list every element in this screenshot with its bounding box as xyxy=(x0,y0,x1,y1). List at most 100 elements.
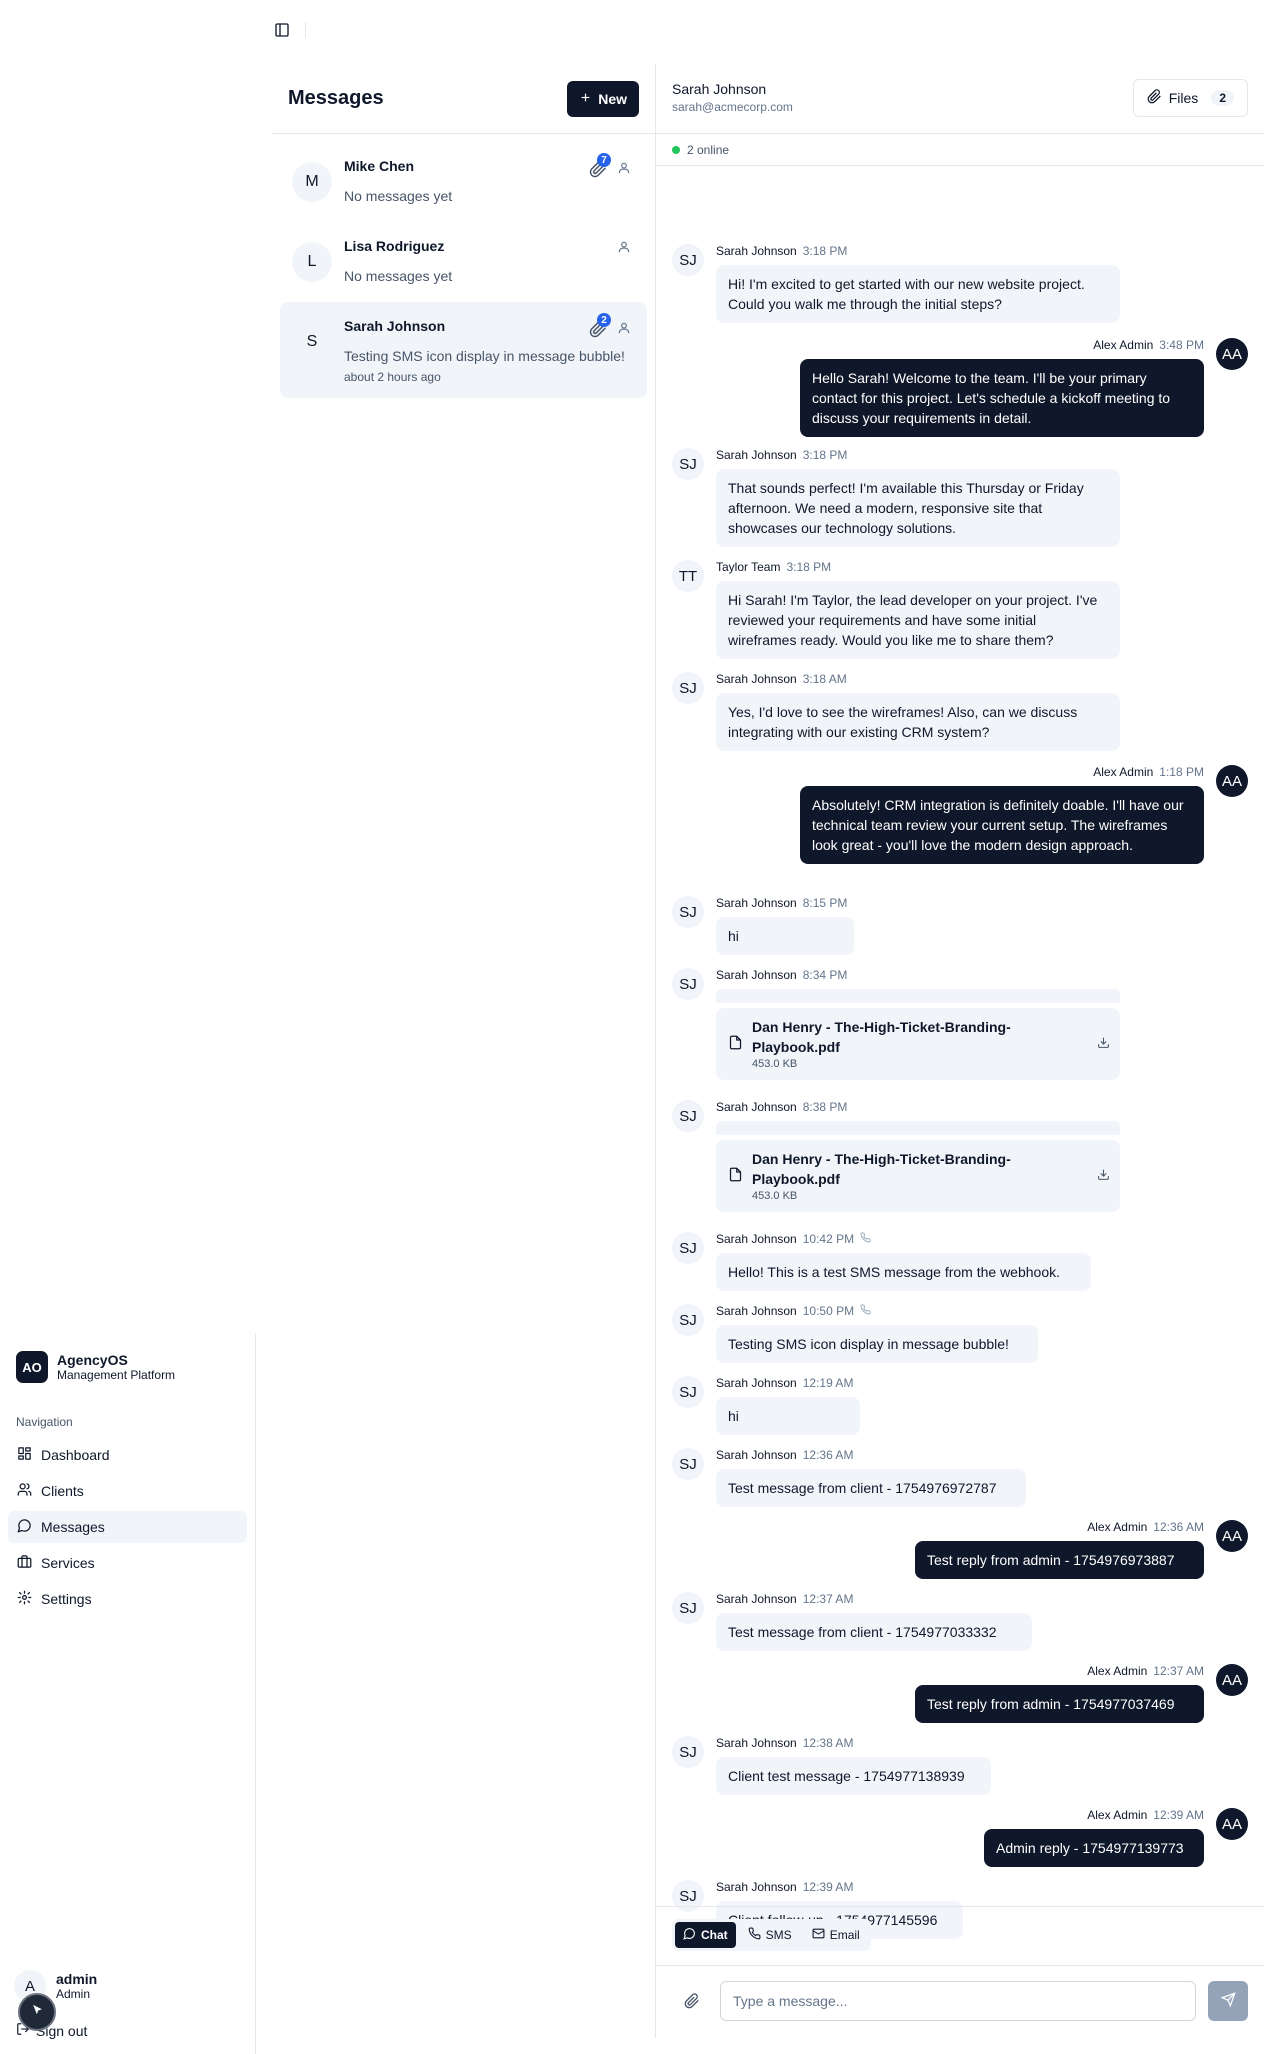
brand[interactable]: AO AgencyOS Management Platform xyxy=(16,1351,175,1383)
conversation-panel: Messages New M Mike Chen No messages yet… xyxy=(272,64,656,2038)
dashboard-icon xyxy=(17,1446,32,1464)
attach-file-button[interactable] xyxy=(684,1993,700,2012)
message-bubble: Test message from client - 1754976972787 xyxy=(716,1469,1026,1507)
download-icon[interactable] xyxy=(1097,1036,1110,1052)
attachment-icon xyxy=(684,1993,700,2012)
avatar: AA xyxy=(1216,338,1248,370)
files-button[interactable]: Files 2 xyxy=(1132,79,1248,117)
phone-icon xyxy=(748,1927,761,1943)
avatar: SJ xyxy=(672,1736,704,1768)
tab-chat[interactable]: Chat xyxy=(675,1922,736,1948)
message-bubble: Test reply from admin - 1754976973887 xyxy=(915,1541,1204,1579)
message-bubble: Testing SMS icon display in message bubb… xyxy=(716,1325,1038,1363)
gear-icon xyxy=(17,1590,32,1608)
sidebar-item-dashboard[interactable]: Dashboard xyxy=(8,1439,247,1471)
message-author: Sarah Johnson xyxy=(716,244,797,258)
message-bubble xyxy=(716,1121,1120,1135)
files-label: Files xyxy=(1168,90,1199,106)
file-attachment[interactable]: Dan Henry - The-High-Ticket-Branding-Pla… xyxy=(716,1008,1120,1080)
attachment-icon: 2 xyxy=(589,313,611,338)
message-time: 12:39 AM xyxy=(802,1880,854,1894)
phone-icon xyxy=(860,1232,871,1246)
message-list: SJ Sarah Johnson 3:18 PM Hi! I'm excited … xyxy=(656,166,1264,1939)
message-time: 12:38 AM xyxy=(802,1736,854,1750)
avatar: TT xyxy=(672,560,704,592)
divider xyxy=(656,1965,1264,1966)
chat-header: Sarah Johnson sarah@acmecorp.com Files 2 xyxy=(656,64,1264,134)
nav-list: Dashboard Clients Messages Services Sett… xyxy=(8,1439,247,1619)
user-name: admin xyxy=(56,1971,98,1987)
message-time: 10:42 PM xyxy=(802,1232,855,1246)
briefcase-icon xyxy=(17,1554,32,1572)
message-input[interactable] xyxy=(720,1981,1196,2021)
sidebar-item-label: Settings xyxy=(41,1591,92,1607)
conversation-list: M Mike Chen No messages yet 7 L Lisa Rod… xyxy=(272,134,655,398)
conversation-item-active[interactable]: S Sarah Johnson Testing SMS icon display… xyxy=(280,302,647,398)
online-status: 2 online xyxy=(656,134,1264,166)
tab-label: Email xyxy=(829,1928,860,1942)
message-bubble: Admin reply - 1754977139773 xyxy=(984,1829,1204,1867)
tab-label: Chat xyxy=(701,1928,728,1942)
message-author: Alex Admin xyxy=(1087,1808,1148,1822)
message-author: Sarah Johnson xyxy=(716,896,797,910)
message-author: Taylor Team xyxy=(716,560,781,574)
tab-sms[interactable]: SMS xyxy=(740,1922,800,1948)
message-time: 1:18 PM xyxy=(1159,765,1204,779)
message-bubble: Absolutely! CRM integration is definitel… xyxy=(800,786,1204,864)
avatar: SJ xyxy=(672,1448,704,1480)
avatar: SJ xyxy=(672,1232,704,1264)
new-conversation-button[interactable]: New xyxy=(567,80,639,117)
message-author: Sarah Johnson xyxy=(716,448,797,462)
message-time: 8:34 PM xyxy=(802,968,848,982)
sidebar-item-messages[interactable]: Messages xyxy=(8,1511,247,1543)
online-dot-icon xyxy=(672,145,680,154)
sidebar-item-label: Clients xyxy=(41,1483,84,1499)
conversation-item[interactable]: M Mike Chen No messages yet 7 xyxy=(280,142,647,222)
conversation-preview: No messages yet xyxy=(344,188,453,204)
client-icon xyxy=(617,321,631,338)
file-attachment[interactable]: Dan Henry - The-High-Ticket-Branding-Pla… xyxy=(716,1140,1120,1212)
message-time: 12:19 AM xyxy=(802,1376,854,1390)
sidebar-item-clients[interactable]: Clients xyxy=(8,1475,247,1507)
avatar: SJ xyxy=(672,968,704,1000)
floating-action-button[interactable] xyxy=(18,1993,56,2031)
avatar: SJ xyxy=(672,448,704,480)
message-bubble: Client test message - 1754977138939 xyxy=(716,1757,991,1795)
message-time: 12:37 AM xyxy=(1153,1664,1204,1678)
message-bubble: Test message from client - 1754977033332 xyxy=(716,1613,1032,1651)
message-time: 12:37 AM xyxy=(802,1592,854,1606)
sidebar-item-label: Dashboard xyxy=(41,1447,110,1463)
app-sidebar: AO AgencyOS Management Platform Navigati… xyxy=(0,1333,256,2054)
sidebar-toggle-icon[interactable] xyxy=(274,22,290,38)
message-bubble: hi xyxy=(716,917,854,955)
avatar: SJ xyxy=(672,1592,704,1624)
message-author: Sarah Johnson xyxy=(716,968,797,982)
message-bubble xyxy=(716,989,1120,1003)
avatar: SJ xyxy=(672,672,704,704)
send-button[interactable] xyxy=(1208,1981,1248,2021)
file-size: 453.0 KB xyxy=(752,1058,798,1070)
message-author: Sarah Johnson xyxy=(716,1736,797,1750)
message-time: 3:18 PM xyxy=(786,560,832,574)
avatar: AA xyxy=(1216,1520,1248,1552)
message-bubble: Yes, I'd love to see the wireframes! Als… xyxy=(716,693,1120,751)
download-icon[interactable] xyxy=(1097,1168,1110,1184)
message-bubble: Test reply from admin - 1754977037469 xyxy=(915,1685,1204,1723)
message-bubble: Hi! I'm excited to get started with our … xyxy=(716,265,1120,323)
avatar: AA xyxy=(1216,1808,1248,1840)
message-time: 12:36 AM xyxy=(1153,1520,1204,1534)
chat-panel: Sarah Johnson sarah@acmecorp.com Files 2… xyxy=(656,64,1264,2038)
message-icon xyxy=(17,1518,32,1536)
file-name: Dan Henry - The-High-Ticket-Branding-Pla… xyxy=(752,1019,1011,1055)
conversation-item[interactable]: L Lisa Rodriguez No messages yet xyxy=(280,222,647,302)
message-bubble: Hello Sarah! Welcome to the team. I'll b… xyxy=(800,359,1204,437)
sidebar-item-settings[interactable]: Settings xyxy=(8,1583,247,1615)
message-time: 12:39 AM xyxy=(1153,1808,1204,1822)
sidebar-item-services[interactable]: Services xyxy=(8,1547,247,1579)
tab-email[interactable]: Email xyxy=(804,1922,868,1948)
message-time: 3:18 PM xyxy=(802,244,848,258)
message-author: Sarah Johnson xyxy=(716,1592,797,1606)
brand-name: AgencyOS xyxy=(57,1351,128,1368)
avatar: AA xyxy=(1216,765,1248,797)
attachment-icon: 7 xyxy=(589,153,611,178)
